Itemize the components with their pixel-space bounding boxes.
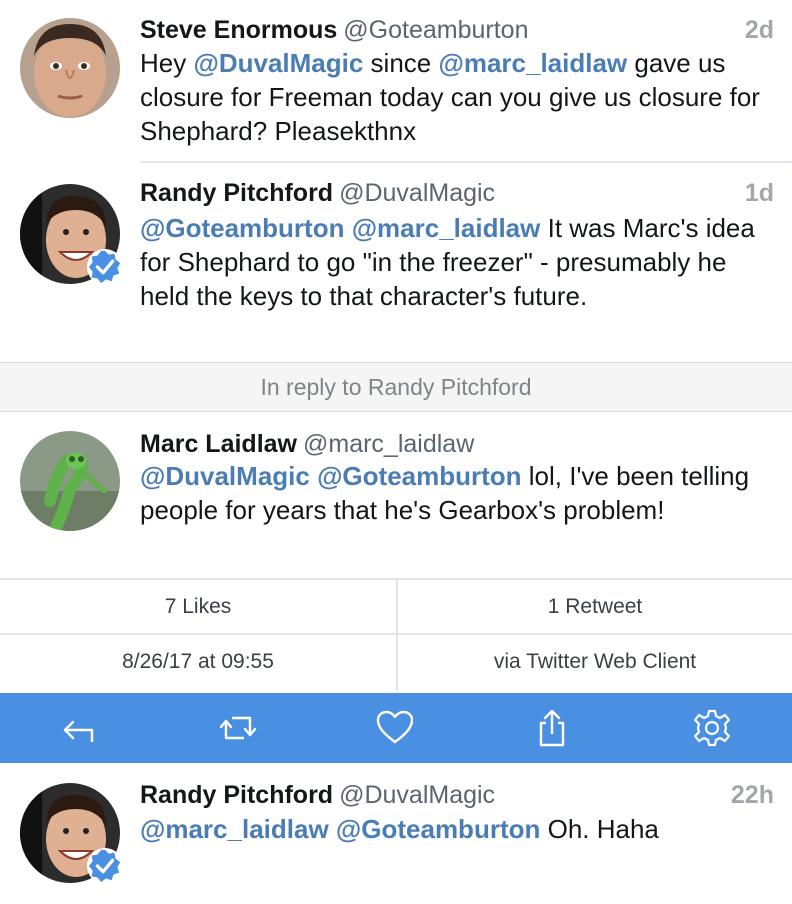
tweet-text: @DuvalMagic @Goteamburton lol, I've been… (140, 459, 772, 527)
mention-link[interactable]: @marc_laidlaw (352, 213, 541, 243)
author-handle[interactable]: @DuvalMagic (339, 179, 495, 207)
settings-button[interactable] (692, 708, 732, 748)
tweet-stats: 7 Likes 1 Retweet 8/26/17 at 09:55 via T… (0, 578, 792, 693)
avatar[interactable] (20, 18, 120, 118)
tweet-client[interactable]: via Twitter Web Client (396, 635, 792, 691)
like-button[interactable] (375, 708, 415, 748)
mention-link[interactable]: @Goteamburton (336, 814, 540, 844)
mention-link[interactable]: @Goteamburton (140, 213, 344, 243)
timestamp[interactable]: 1d (745, 177, 774, 209)
avatar[interactable] (20, 184, 124, 286)
timestamp[interactable]: 22h (731, 779, 774, 811)
author-handle[interactable]: @DuvalMagic (339, 781, 495, 809)
avatar[interactable] (20, 431, 120, 531)
retweet-icon (219, 716, 257, 740)
mention-link[interactable]: @Goteamburton (317, 461, 521, 491)
tweet-text: @marc_laidlaw @Goteamburton Oh. Haha (140, 812, 772, 846)
tweet-randy-pitchford[interactable]: Randy Pitchford @DuvalMagic 1d @Goteambur… (0, 163, 792, 362)
tweet-text-part: since (363, 48, 439, 78)
mention-link[interactable]: @DuvalMagic (193, 48, 363, 78)
author-handle[interactable]: @Goteamburton (343, 16, 528, 44)
tweet-steve-enormous[interactable]: Steve Enormous @Goteamburton 2d Hey @Duva… (0, 0, 792, 163)
mention-link[interactable]: @marc_laidlaw (438, 48, 627, 78)
stats-row-meta: 8/26/17 at 09:55 via Twitter Web Client (0, 633, 792, 691)
share-button[interactable] (532, 708, 572, 748)
verified-badge-icon (86, 248, 124, 286)
tweet-text-part: Hey (140, 48, 194, 78)
stats-row-engagement: 7 Likes 1 Retweet (0, 578, 792, 636)
tweet-text: @Goteamburton @marc_laidlaw It was Marc'… (140, 211, 772, 313)
author-name[interactable]: Steve Enormous (140, 16, 337, 44)
tweet-text-part: Oh. Haha (540, 814, 659, 844)
tweet-action-bar (0, 693, 792, 763)
timestamp[interactable]: 2d (745, 14, 774, 46)
author-handle[interactable]: @marc_laidlaw (303, 430, 474, 458)
mention-link[interactable]: @marc_laidlaw (140, 814, 329, 844)
retweets-count[interactable]: 1 Retweet (396, 580, 792, 636)
author-name[interactable]: Randy Pitchford (140, 781, 333, 809)
tweet-marc-laidlaw[interactable]: Marc Laidlaw @marc_laidlaw @DuvalMagic @G… (0, 412, 792, 578)
retweet-button[interactable] (218, 708, 258, 748)
reply-button[interactable] (58, 708, 98, 748)
share-icon (539, 709, 565, 747)
avatar-steve-image (20, 18, 120, 118)
settings-icon (693, 709, 731, 747)
avatar-marc-image (20, 431, 120, 531)
reply-icon (63, 720, 94, 742)
author-name[interactable]: Randy Pitchford (140, 179, 333, 207)
in-reply-to-banner[interactable]: In reply to Randy Pitchford (0, 362, 792, 412)
tweet-text: Hey @DuvalMagic since @marc_laidlaw gave… (140, 46, 772, 148)
author-name[interactable]: Marc Laidlaw (140, 430, 297, 458)
tweet-randy-pitchford-reply[interactable]: Randy Pitchford @DuvalMagic 22h @marc_lai… (0, 763, 792, 904)
mention-link[interactable]: @DuvalMagic (140, 461, 310, 491)
like-icon (376, 710, 414, 744)
tweet-date: 8/26/17 at 09:55 (122, 650, 274, 673)
likes-count[interactable]: 7 Likes (0, 580, 396, 636)
verified-badge-icon (86, 847, 124, 885)
avatar[interactable] (20, 783, 124, 885)
